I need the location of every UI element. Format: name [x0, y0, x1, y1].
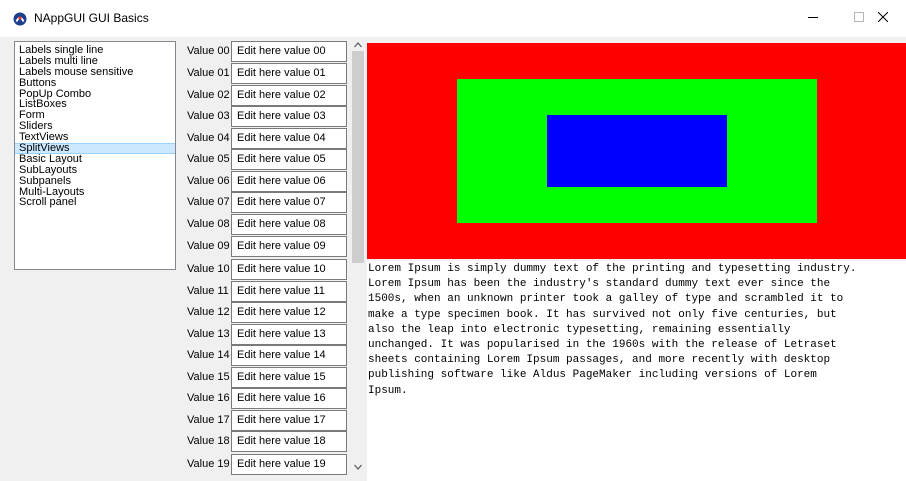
list-item-buttons[interactable]: Buttons — [15, 77, 175, 89]
text-line: Ipsum. — [368, 384, 408, 397]
chevron-down-icon — [354, 461, 362, 473]
demo-listbox[interactable]: Labels single line Labels multi line Lab… — [14, 41, 176, 270]
form-label: Value 19 — [187, 458, 230, 470]
form-row: Value 10 Edit here value 10 — [182, 259, 350, 280]
title-bar[interactable]: NAppGUI GUI Basics — [0, 0, 906, 37]
nappgui-app-icon — [13, 12, 27, 26]
form-label: Value 18 — [187, 435, 230, 447]
form-row: Value 12 Edit here value 12 — [182, 302, 350, 323]
form-row: Value 09 Edit here value 09 — [182, 236, 350, 257]
form-row: Value 17 Edit here value 17 — [182, 410, 350, 431]
list-item-scroll-panel[interactable]: Scroll panel — [15, 197, 175, 208]
form-label: Value 15 — [187, 371, 230, 383]
custom-view-outer-rect — [367, 43, 906, 259]
value-input[interactable]: Edit here value 10 — [231, 259, 347, 280]
form-label: Value 17 — [187, 414, 230, 426]
form-row: Value 08 Edit here value 08 — [182, 214, 350, 235]
form-label: Value 16 — [187, 392, 230, 404]
form-row: Value 16 Edit here value 16 — [182, 388, 350, 409]
scroll-thumb[interactable] — [352, 51, 364, 263]
form-label: Value 04 — [187, 132, 230, 144]
form-label: Value 00 — [187, 45, 230, 57]
form-row: Value 02 Edit here value 02 — [182, 85, 350, 106]
window-title: NAppGUI GUI Basics — [34, 11, 149, 25]
value-input[interactable]: Edit here value 17 — [231, 410, 347, 431]
app-window: NAppGUI GUI Basics Labels single line La… — [0, 0, 906, 481]
value-input[interactable]: Edit here value 04 — [231, 128, 347, 149]
close-button[interactable] — [860, 0, 906, 37]
vertical-scrollbar[interactable] — [350, 37, 366, 481]
text-line: publishing software like Aldus PageMaker… — [368, 369, 817, 382]
text-line: Lorem Ipsum is simply dummy text of the … — [368, 263, 857, 275]
form-label: Value 07 — [187, 196, 230, 208]
form-row: Value 04 Edit here value 04 — [182, 128, 350, 149]
custom-view-inner-rect — [547, 115, 727, 187]
value-input[interactable]: Edit here value 16 — [231, 388, 347, 409]
form-label: Value 12 — [187, 306, 230, 318]
lorem-textview[interactable]: Lorem Ipsum is simply dummy text of the … — [367, 261, 906, 481]
scroll-down-button[interactable] — [350, 461, 366, 473]
form-row: Value 15 Edit here value 15 — [182, 367, 350, 388]
form-label: Value 10 — [187, 263, 230, 275]
text-line: Lorem Ipsum has been the industry's stan… — [368, 278, 831, 291]
form-row: Value 18 Edit here value 18 — [182, 431, 350, 452]
form-row: Value 11 Edit here value 11 — [182, 281, 350, 302]
text-line: sheets containing Lorem Ipsum passages, … — [368, 354, 831, 367]
form-label: Value 02 — [187, 89, 230, 101]
text-line: also the leap into electronic typesettin… — [368, 323, 791, 336]
value-input[interactable]: Edit here value 12 — [231, 302, 347, 323]
minimize-button[interactable] — [790, 0, 836, 37]
value-input[interactable]: Edit here value 09 — [231, 236, 347, 257]
value-input[interactable]: Edit here value 14 — [231, 345, 347, 366]
value-input[interactable]: Edit here value 15 — [231, 367, 347, 388]
list-item-subpanels[interactable]: Subpanels — [15, 175, 175, 187]
form-label: Value 03 — [187, 110, 230, 122]
form-label: Value 09 — [187, 240, 230, 252]
value-input[interactable]: Edit here value 07 — [231, 192, 347, 213]
form-label: Value 05 — [187, 153, 230, 165]
form-row: Value 19 Edit here value 19 — [182, 454, 350, 475]
form-label: Value 01 — [187, 67, 230, 79]
form-row: Value 01 Edit here value 01 — [182, 63, 350, 84]
value-input[interactable]: Edit here value 11 — [231, 281, 347, 302]
value-input[interactable]: Edit here value 01 — [231, 63, 347, 84]
minimize-icon — [808, 12, 818, 25]
text-line: 1500s, when an unknown printer took a ga… — [368, 293, 844, 306]
value-input[interactable]: Edit here value 08 — [231, 214, 347, 235]
value-input[interactable]: Edit here value 06 — [231, 171, 347, 192]
form-row: Value 13 Edit here value 13 — [182, 324, 350, 345]
scroll-form-panel: Value 00 Edit here value 00 Value 01 Edi… — [182, 37, 350, 481]
form-label: Value 11 — [187, 285, 229, 297]
form-row: Value 03 Edit here value 03 — [182, 106, 350, 127]
form-row: Value 06 Edit here value 06 — [182, 171, 350, 192]
value-input[interactable]: Edit here value 02 — [231, 85, 347, 106]
close-icon — [877, 11, 889, 25]
text-line: make a type specimen book. It has surviv… — [368, 308, 837, 321]
form-label: Value 06 — [187, 175, 230, 187]
value-input[interactable]: Edit here value 18 — [231, 431, 347, 452]
value-input[interactable]: Edit here value 00 — [231, 41, 347, 62]
form-label: Value 14 — [187, 349, 230, 361]
chevron-up-icon — [354, 39, 362, 51]
client-area: Labels single line Labels multi line Lab… — [0, 37, 906, 481]
form-label: Value 08 — [187, 218, 230, 230]
value-input[interactable]: Edit here value 19 — [231, 454, 347, 475]
text-line: unchanged. It was popularised in the 196… — [368, 339, 837, 352]
scroll-up-button[interactable] — [350, 39, 366, 51]
value-input[interactable]: Edit here value 05 — [231, 149, 347, 170]
form-row: Value 00 Edit here value 00 — [182, 41, 350, 62]
form-row: Value 07 Edit here value 07 — [182, 192, 350, 213]
form-row: Value 05 Edit here value 05 — [182, 149, 350, 170]
custom-view-middle-rect — [457, 79, 817, 223]
form-row: Value 14 Edit here value 14 — [182, 345, 350, 366]
value-input[interactable]: Edit here value 03 — [231, 106, 347, 127]
form-label: Value 13 — [187, 328, 230, 340]
value-input[interactable]: Edit here value 13 — [231, 324, 347, 345]
